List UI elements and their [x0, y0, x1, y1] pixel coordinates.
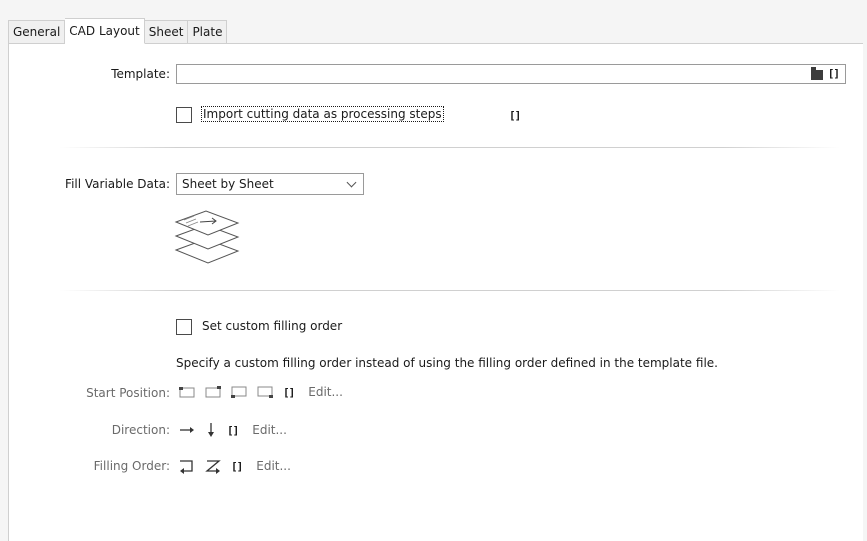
bottom-right-corner-icon[interactable]: [257, 385, 273, 399]
start-position-edit-link[interactable]: Edit...: [308, 385, 343, 399]
top-right-corner-icon[interactable]: [205, 385, 221, 399]
start-position-row: [] Edit...: [179, 385, 343, 399]
arrow-right-icon[interactable]: [179, 423, 195, 437]
template-label: Template:: [111, 67, 170, 81]
filling-order-edit-link[interactable]: Edit...: [256, 459, 291, 473]
z-order-icon[interactable]: [205, 458, 221, 474]
template-variable-icon[interactable]: []: [828, 67, 840, 80]
direction-variable-icon[interactable]: []: [227, 424, 239, 437]
import-cutting-checkbox[interactable]: [176, 107, 192, 123]
tab-sheet[interactable]: Sheet: [144, 20, 189, 44]
bottom-left-corner-icon[interactable]: [231, 385, 247, 399]
template-input[interactable]: []: [176, 64, 846, 84]
fill-variable-data-select[interactable]: Sheet by Sheet: [176, 173, 364, 195]
import-cutting-label: Import cutting data as processing steps: [201, 106, 444, 122]
tab-bar: General CAD Layout Sheet Plate: [8, 18, 228, 44]
direction-row: [] Edit...: [179, 422, 287, 438]
folder-icon[interactable]: [810, 66, 823, 80]
tab-general[interactable]: General: [8, 20, 66, 44]
custom-filling-order-description: Specify a custom filling order instead o…: [176, 356, 718, 370]
fill-variable-data-label: Fill Variable Data:: [65, 177, 170, 191]
direction-edit-link[interactable]: Edit...: [252, 423, 287, 437]
start-position-label: Start Position:: [86, 386, 170, 400]
stacked-sheets-icon: [174, 210, 240, 264]
filling-order-label: Filling Order:: [93, 459, 170, 473]
start-position-variable-icon[interactable]: []: [283, 386, 295, 399]
custom-filling-order-checkbox[interactable]: [176, 319, 192, 335]
tab-cad-layout[interactable]: CAD Layout: [65, 18, 145, 44]
fill-variable-data-value: Sheet by Sheet: [182, 177, 274, 191]
custom-filling-order-label[interactable]: Set custom filling order: [202, 319, 342, 333]
chevron-down-icon: [346, 177, 357, 188]
filling-order-variable-icon[interactable]: []: [231, 460, 243, 473]
arrow-down-icon[interactable]: [205, 422, 217, 438]
top-left-corner-icon[interactable]: [179, 385, 195, 399]
snake-order-icon[interactable]: [179, 458, 195, 474]
import-cutting-label-wrap[interactable]: Import cutting data as processing steps: [201, 106, 444, 122]
import-cutting-variable-icon[interactable]: []: [509, 109, 521, 122]
tab-plate[interactable]: Plate: [188, 20, 228, 44]
divider: [60, 290, 840, 291]
divider: [60, 147, 840, 148]
filling-order-row: [] Edit...: [179, 458, 291, 474]
direction-label: Direction:: [111, 423, 170, 437]
